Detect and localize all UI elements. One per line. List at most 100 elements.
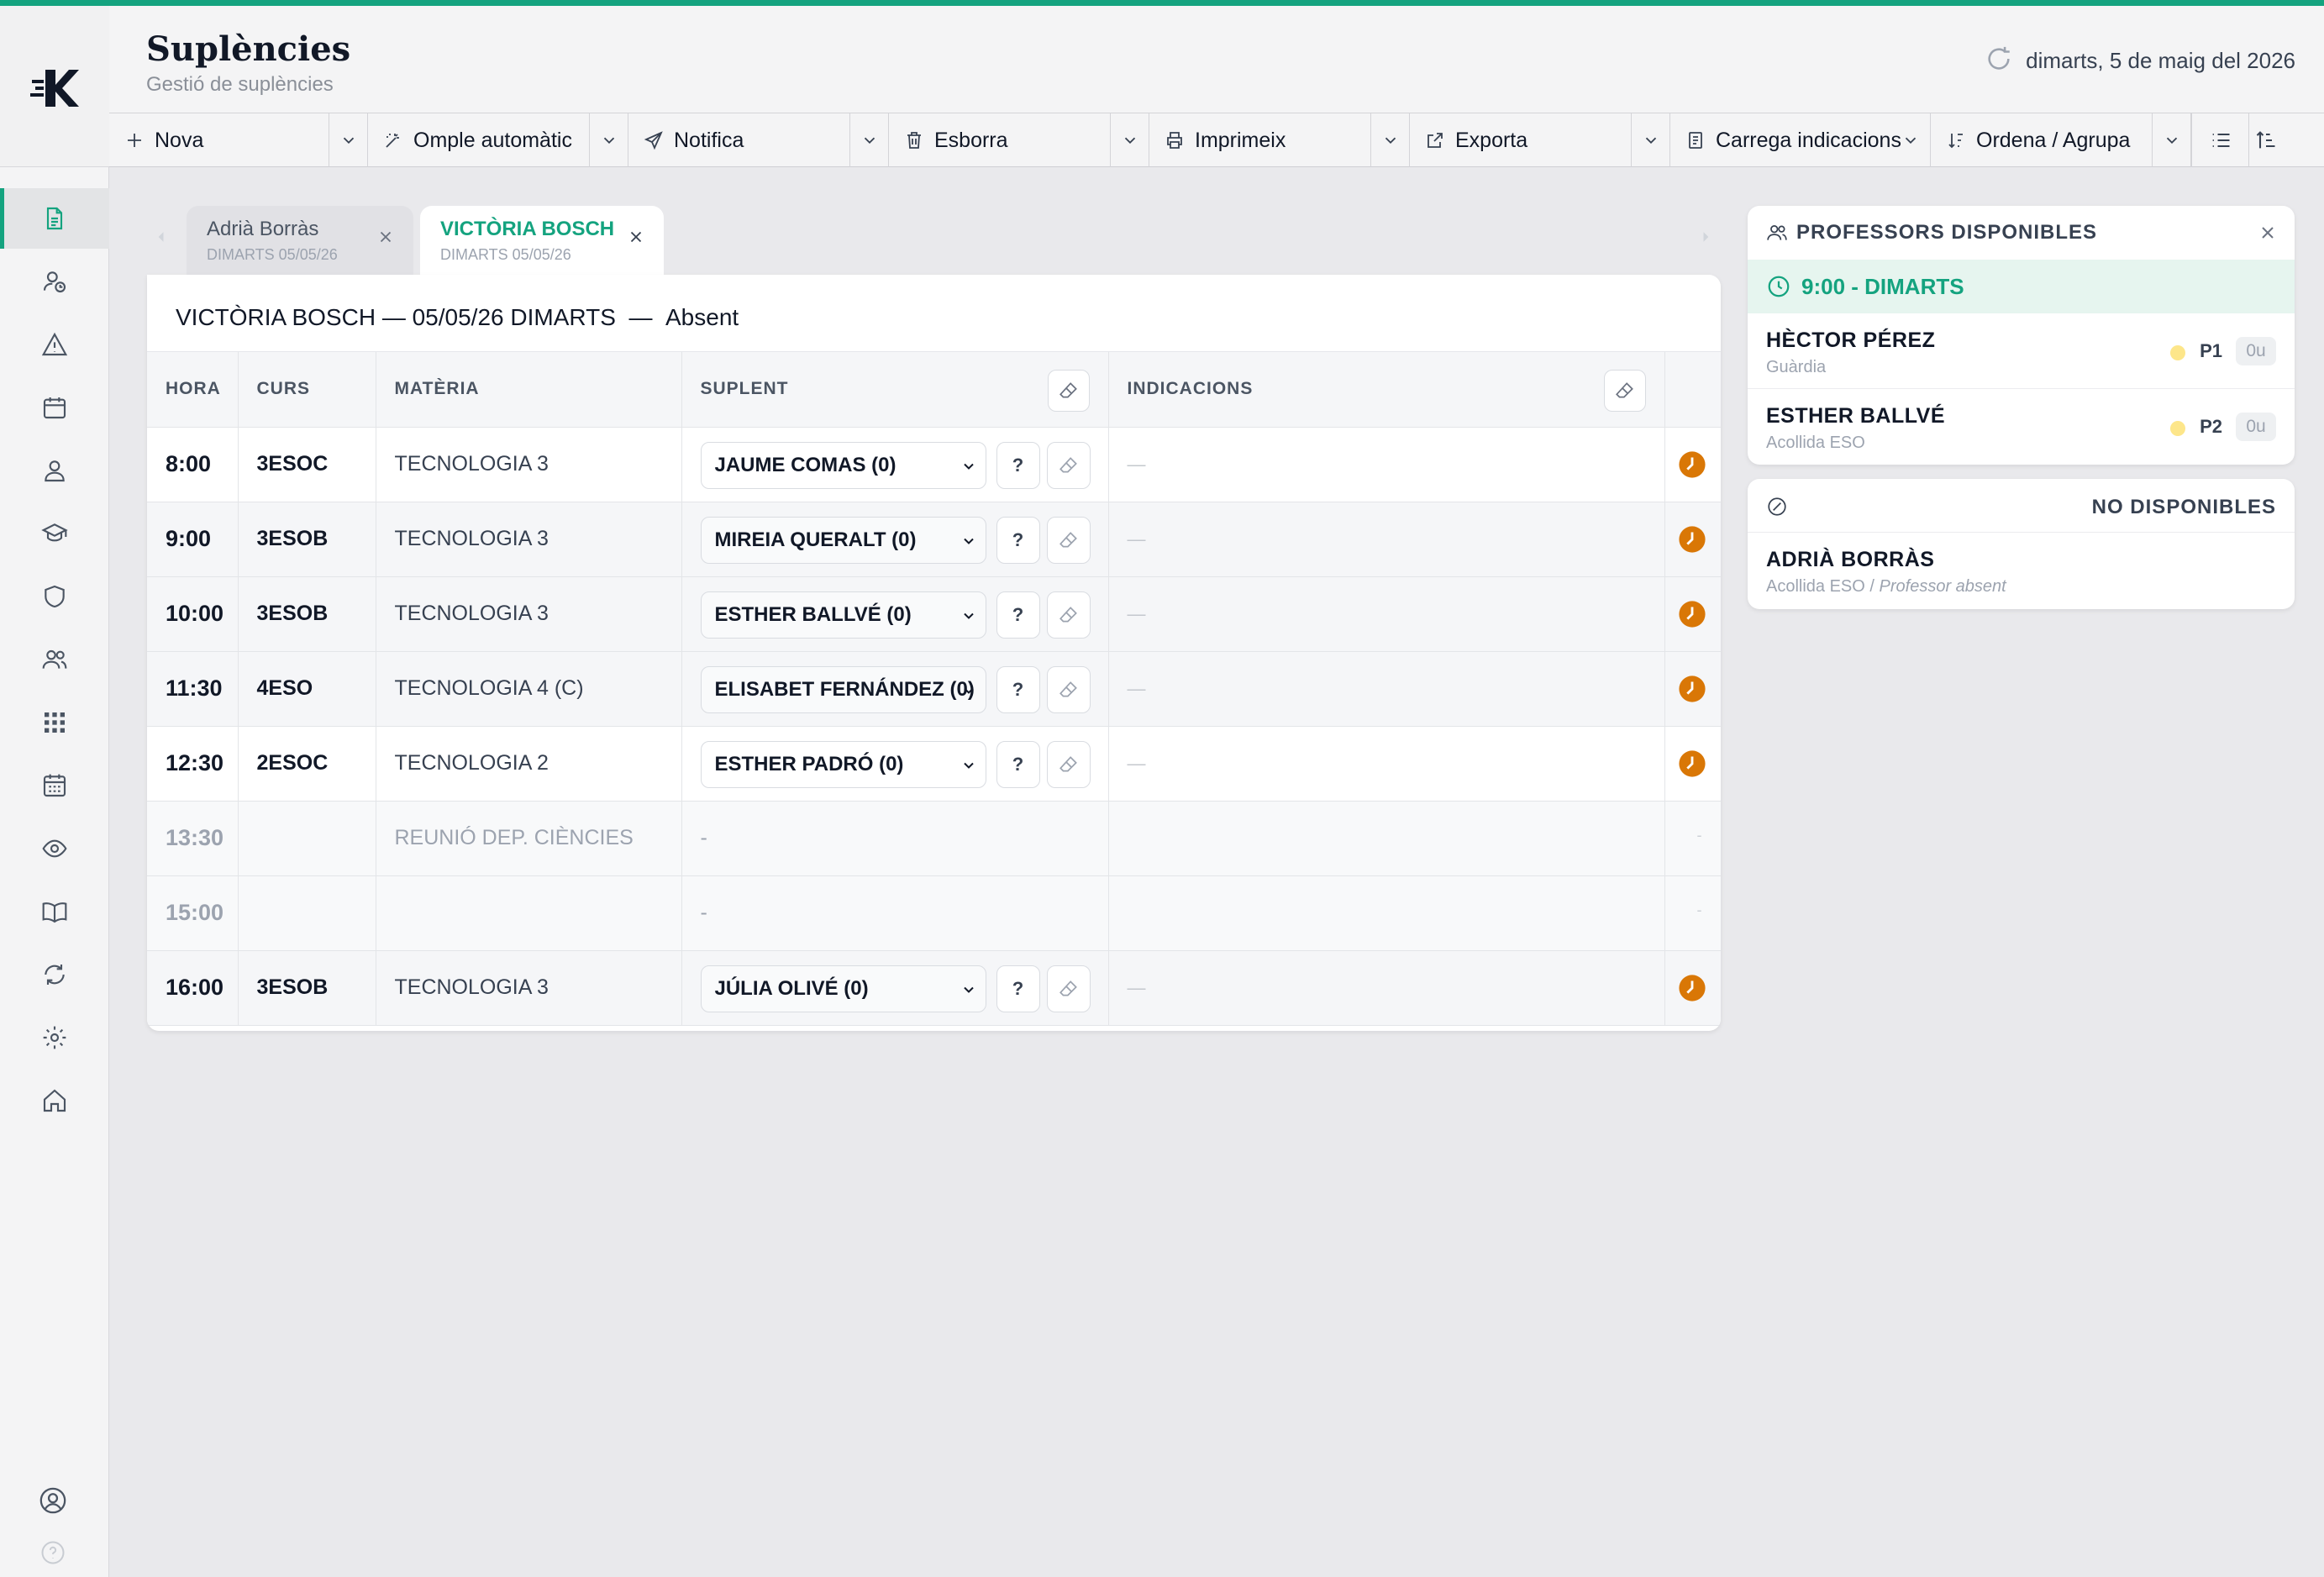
- clock-icon[interactable]: [1678, 450, 1706, 479]
- substitute-value: JÚLIA OLIVÉ (0): [714, 976, 869, 1000]
- delete-button[interactable]: Esborra: [889, 113, 1149, 167]
- substitute-select[interactable]: JAUME COMAS (0): [700, 441, 986, 489]
- grid-icon: [45, 712, 65, 733]
- clear-all-instructions-button[interactable]: [1603, 370, 1646, 412]
- clock-icon[interactable]: [1678, 525, 1706, 554]
- nav-user-clock[interactable]: [0, 251, 109, 312]
- nav-alerts[interactable]: [0, 314, 109, 375]
- clock-icon[interactable]: [1678, 749, 1706, 778]
- help-button[interactable]: ?: [996, 591, 1040, 639]
- nav-teachers[interactable]: [0, 629, 109, 690]
- cell-indicacions[interactable]: —: [1108, 502, 1665, 577]
- close-icon[interactable]: [376, 228, 395, 246]
- substitute-select[interactable]: MIREIA QUERALT (0): [700, 516, 986, 564]
- clear-substitute-button[interactable]: [1046, 516, 1091, 564]
- nav-book[interactable]: [0, 881, 109, 942]
- sort-ascending-button[interactable]: [2248, 113, 2282, 167]
- cell-indicacions[interactable]: —: [1108, 950, 1665, 1026]
- substitute-select[interactable]: ELISABET FERNÁNDEZ (0): [700, 665, 986, 713]
- user-account-icon[interactable]: [39, 1486, 67, 1515]
- print-button[interactable]: Imprimeix: [1149, 113, 1410, 167]
- list-view-button[interactable]: [2191, 113, 2248, 167]
- sync-icon: [45, 965, 65, 985]
- current-date: dimarts, 5 de maig del 2026: [2026, 48, 2295, 73]
- close-icon[interactable]: [627, 228, 645, 246]
- teacher-item[interactable]: HÈCTOR PÉREZ Guàrdia P1 0u: [1748, 313, 2295, 389]
- substitute-select[interactable]: ESTHER BALLVÉ (0): [700, 591, 986, 639]
- load-instructions-button[interactable]: Carrega indicacions: [1670, 113, 1931, 167]
- chevron-down-icon: [963, 687, 974, 694]
- load-instructions-dropdown-toggle[interactable]: [1891, 113, 1930, 167]
- notify-dropdown-toggle[interactable]: [849, 113, 888, 167]
- cell-indicacions[interactable]: —: [1108, 427, 1665, 502]
- nav-students[interactable]: [0, 503, 109, 564]
- substitute-select[interactable]: JÚLIA OLIVÉ (0): [700, 965, 986, 1012]
- export-button[interactable]: Exporta: [1410, 113, 1670, 167]
- cell-indicacions[interactable]: —: [1108, 576, 1665, 652]
- substitute-select[interactable]: ESTHER PADRÓ (0): [700, 740, 986, 788]
- app-logo-icon[interactable]: [30, 61, 81, 112]
- nav-home[interactable]: [0, 1070, 109, 1131]
- nav-settings[interactable]: [0, 1007, 109, 1068]
- nav-sync[interactable]: [0, 944, 109, 1005]
- clear-substitute-button[interactable]: [1046, 441, 1091, 489]
- export-dropdown-toggle[interactable]: [1631, 113, 1669, 167]
- new-button[interactable]: Nova: [109, 113, 368, 167]
- help-button[interactable]: ?: [996, 665, 1040, 713]
- nav-grid[interactable]: [0, 692, 109, 753]
- chevron-left-icon[interactable]: [153, 229, 170, 245]
- clear-substitute-button[interactable]: [1046, 740, 1091, 788]
- clear-all-substitutes-button[interactable]: [1047, 370, 1090, 412]
- nav-person[interactable]: [0, 440, 109, 501]
- clear-substitute-button[interactable]: [1046, 965, 1091, 1012]
- help-button[interactable]: ?: [996, 516, 1040, 564]
- cell-hora: 15:00: [147, 875, 239, 951]
- clock-icon[interactable]: [1678, 974, 1706, 1002]
- help-button[interactable]: ?: [996, 740, 1040, 788]
- teacher-item[interactable]: ESTHER BALLVÉ Acollida ESO P2 0u: [1748, 389, 2295, 465]
- clear-substitute-button[interactable]: [1046, 591, 1091, 639]
- sort-group-dropdown-toggle[interactable]: [2152, 113, 2190, 167]
- sort-group-button[interactable]: Ordena / Agrupa: [1931, 113, 2191, 167]
- help-button[interactable]: ?: [996, 965, 1040, 1012]
- chevron-down-icon: [864, 137, 875, 145]
- instructions-value: —: [1127, 603, 1146, 624]
- autofill-dropdown-toggle[interactable]: [589, 113, 628, 167]
- cell-indicacions: [1108, 875, 1665, 951]
- chevron-right-icon[interactable]: [1697, 229, 1714, 245]
- column-header-indicacions: INDICACIONS: [1108, 352, 1665, 428]
- nav-view[interactable]: [0, 818, 109, 879]
- unavailable-reason: Professor absent: [1879, 577, 2006, 596]
- nav-schedule[interactable]: [0, 755, 109, 816]
- nav-substitutions[interactable]: [0, 188, 109, 249]
- table-row: 11:30 4ESO TECNOLOGIA 4 (C) ELISABET FER…: [147, 651, 1721, 727]
- users-icon: [1767, 225, 1787, 240]
- teacher-role-text: Acollida ESO: [1766, 577, 1865, 596]
- teacher-role: Acollida ESO / Professor absent: [1766, 577, 2295, 597]
- clock-icon[interactable]: [1678, 600, 1706, 628]
- delete-dropdown-toggle[interactable]: [1110, 113, 1149, 167]
- cell-indicacions[interactable]: —: [1108, 726, 1665, 802]
- person-icon: [45, 460, 65, 482]
- substitution-card: VICTÒRIA BOSCH — 05/05/26 DIMARTS — Abse…: [147, 275, 1721, 1031]
- clear-substitute-button[interactable]: [1046, 665, 1091, 713]
- teacher-item[interactable]: ADRIÀ BORRÀS Acollida ESO / Professor ab…: [1748, 533, 2295, 608]
- clock-icon[interactable]: [1678, 675, 1706, 703]
- refresh-icon[interactable]: [1985, 45, 2013, 73]
- notify-button[interactable]: Notifica: [628, 113, 889, 167]
- help-button[interactable]: ?: [996, 441, 1040, 489]
- cell-status: [1664, 950, 1721, 1026]
- tab-adria-borras[interactable]: Adrià Borràs DIMARTS 05/05/26: [187, 206, 413, 275]
- cell-indicacions[interactable]: —: [1108, 651, 1665, 727]
- cell-materia: TECNOLOGIA 4 (C): [376, 651, 682, 727]
- print-dropdown-toggle[interactable]: [1370, 113, 1409, 167]
- nav-calendar[interactable]: [0, 377, 109, 438]
- new-dropdown-toggle[interactable]: [329, 113, 367, 167]
- help-icon[interactable]: [40, 1540, 66, 1565]
- nav-security[interactable]: [0, 566, 109, 627]
- close-icon[interactable]: [2258, 223, 2278, 243]
- tab-victoria-bosch[interactable]: VICTÒRIA BOSCH DIMARTS 05/05/26: [420, 206, 664, 275]
- autofill-button[interactable]: Omple automàtic: [368, 113, 628, 167]
- table-row: 8:00 3ESOC TECNOLOGIA 3 JAUME COMAS (0) …: [147, 427, 1721, 502]
- cell-curs: [238, 875, 376, 951]
